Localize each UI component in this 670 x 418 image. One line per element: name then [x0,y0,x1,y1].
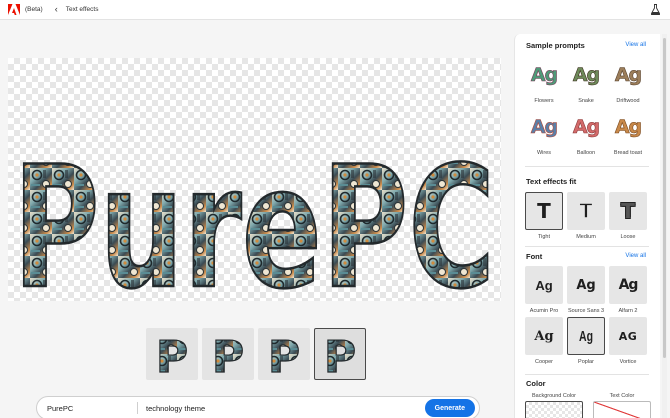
fit-loose[interactable]: T Loose [609,192,647,240]
font-source-sans-3-label: Source Sans 3 [567,308,605,314]
font-vortice[interactable]: AG Vortice [609,317,647,365]
fit-medium-glyph: T [578,198,593,224]
font-grid: Ag Acumin Pro Ag Source Sans 3 Ag Alfarn… [525,266,647,365]
text-color-swatch[interactable] [593,401,651,418]
font-vortice-label: Vortice [619,359,637,365]
variation-thumb-3[interactable]: P [258,328,310,380]
color-title: Color [526,379,546,388]
background-color-option[interactable]: Background Color [525,393,583,418]
font-cooper-preview: Ag [534,328,554,344]
divider [525,374,649,375]
font-source-sans-3-preview: Ag [576,277,596,293]
sample-flowers-label: Flowers [534,98,554,104]
sample-snake-preview: Ag [572,64,601,87]
prompt-bar: PurePC technology theme Generate [36,396,480,418]
font-acumin-pro-label: Acumin Pro [529,308,559,314]
sample-driftwood-preview: Ag [614,64,643,87]
sample-prompts-grid: Ag Flowers Ag Snake Ag Driftwood Ag Wire… [525,56,647,156]
sample-snake[interactable]: Ag Snake [567,56,605,104]
beta-label: (Beta) [25,6,43,13]
variation-thumb-4[interactable]: P [314,328,366,380]
top-bar: (Beta) ‹ Text effects [0,0,670,20]
font-poplar[interactable]: Ag Poplar [567,317,605,365]
generate-button[interactable]: Generate [424,399,475,417]
font-acumin-pro[interactable]: Ag Acumin Pro [525,266,563,314]
sample-wires-preview: Ag [530,116,559,139]
fit-tight[interactable]: T Tight [525,192,563,240]
color-options: Background Color Text Color [525,393,651,418]
variation-thumb-2[interactable]: P [202,328,254,380]
panel-scrollbar[interactable] [662,34,667,418]
svg-text:P: P [212,332,244,376]
fit-medium-label: Medium [576,234,596,240]
sample-prompts-title: Sample prompts [526,41,585,50]
divider [525,166,649,167]
sample-driftwood-label: Driftwood [616,98,640,104]
sample-prompts-view-all[interactable]: View all [625,42,646,48]
sample-bread-toast-preview: Ag [614,116,643,139]
font-source-sans-3[interactable]: Ag Source Sans 3 [567,266,605,314]
sample-driftwood[interactable]: Ag Driftwood [609,56,647,104]
fit-options-grid: T Tight T Medium T Loose [525,192,647,240]
font-alfarn-2-label: Alfarn 2 [618,308,638,314]
theme-prompt-input[interactable]: technology theme [146,404,425,413]
sample-wires[interactable]: Ag Wires [525,108,563,156]
text-input[interactable]: PurePC [47,404,137,413]
preview-canvas[interactable]: PurePC [8,58,501,328]
settings-panel: Sample prompts View all Ag Flowers Ag Sn… [514,34,660,418]
sample-wires-label: Wires [536,150,552,156]
font-acumin-pro-preview: Ag [535,277,553,293]
back-chevron-icon[interactable]: ‹ [55,5,58,14]
text-color-label: Text Color [609,393,635,399]
font-poplar-preview: Ag [579,327,593,345]
font-view-all[interactable]: View all [625,253,646,259]
font-cooper-label: Cooper [534,359,554,365]
fit-medium[interactable]: T Medium [567,192,605,240]
font-alfarn-2-preview: Ag [618,277,639,293]
svg-text:P: P [324,332,356,376]
sample-flowers-preview: Ag [530,64,559,87]
fit-tight-label: Tight [537,234,551,240]
svg-text:PurePC: PurePC [13,130,495,301]
flask-icon[interactable] [651,4,660,15]
svg-text:P: P [268,332,300,376]
sample-flowers[interactable]: Ag Flowers [525,56,563,104]
variation-thumbnails: P P P P [146,328,366,380]
background-color-swatch[interactable] [525,401,583,418]
fit-tight-glyph: T [537,199,551,223]
sample-balloon-preview: Ag [572,116,601,139]
variation-thumb-1[interactable]: P [146,328,198,380]
text-effects-fit-title: Text effects fit [526,177,577,186]
fit-loose-label: Loose [620,234,636,240]
font-vortice-preview: AG [618,329,638,343]
pattern-text: PurePC [12,129,497,328]
prompt-divider [137,402,138,414]
page-title: Text effects [65,6,99,13]
divider [525,246,649,247]
sample-balloon-label: Balloon [576,150,596,156]
fit-loose-glyph: T [621,199,635,223]
sample-snake-label: Snake [578,98,594,104]
text-color-option[interactable]: Text Color [593,393,651,418]
sample-bread-toast[interactable]: Ag Bread toast [609,108,647,156]
svg-text:P: P [156,332,188,376]
background-color-label: Background Color [531,393,577,399]
font-title: Font [526,252,543,261]
scrollbar-thumb[interactable] [663,38,666,358]
adobe-logo-icon[interactable] [8,4,20,15]
font-cooper[interactable]: Ag Cooper [525,317,563,365]
font-alfarn-2[interactable]: Ag Alfarn 2 [609,266,647,314]
font-poplar-label: Poplar [578,359,594,365]
sample-bread-toast-label: Bread toast [613,150,643,156]
sample-balloon[interactable]: Ag Balloon [567,108,605,156]
